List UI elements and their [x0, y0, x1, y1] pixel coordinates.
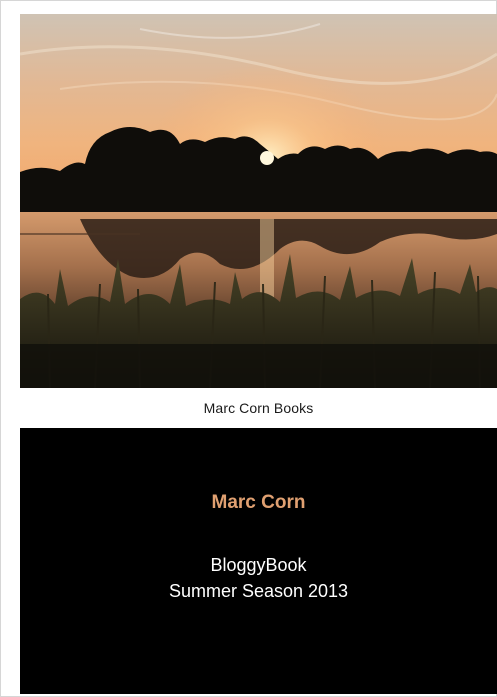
publisher-name: Marc Corn Books — [203, 400, 314, 416]
sunset-lake-image — [20, 14, 497, 388]
author-name: Marc Corn — [211, 492, 306, 513]
book-title: BloggyBook — [210, 555, 307, 575]
book-subtitle: Summer Season 2013 — [168, 581, 349, 601]
cover-photo — [20, 14, 497, 388]
publisher-band: Marc Corn Books — [20, 388, 497, 428]
title-block: Marc Corn BloggyBook Summer Season 2013 — [20, 428, 497, 694]
book-cover: Marc Corn Books Marc Corn BloggyBook Sum… — [0, 0, 497, 697]
